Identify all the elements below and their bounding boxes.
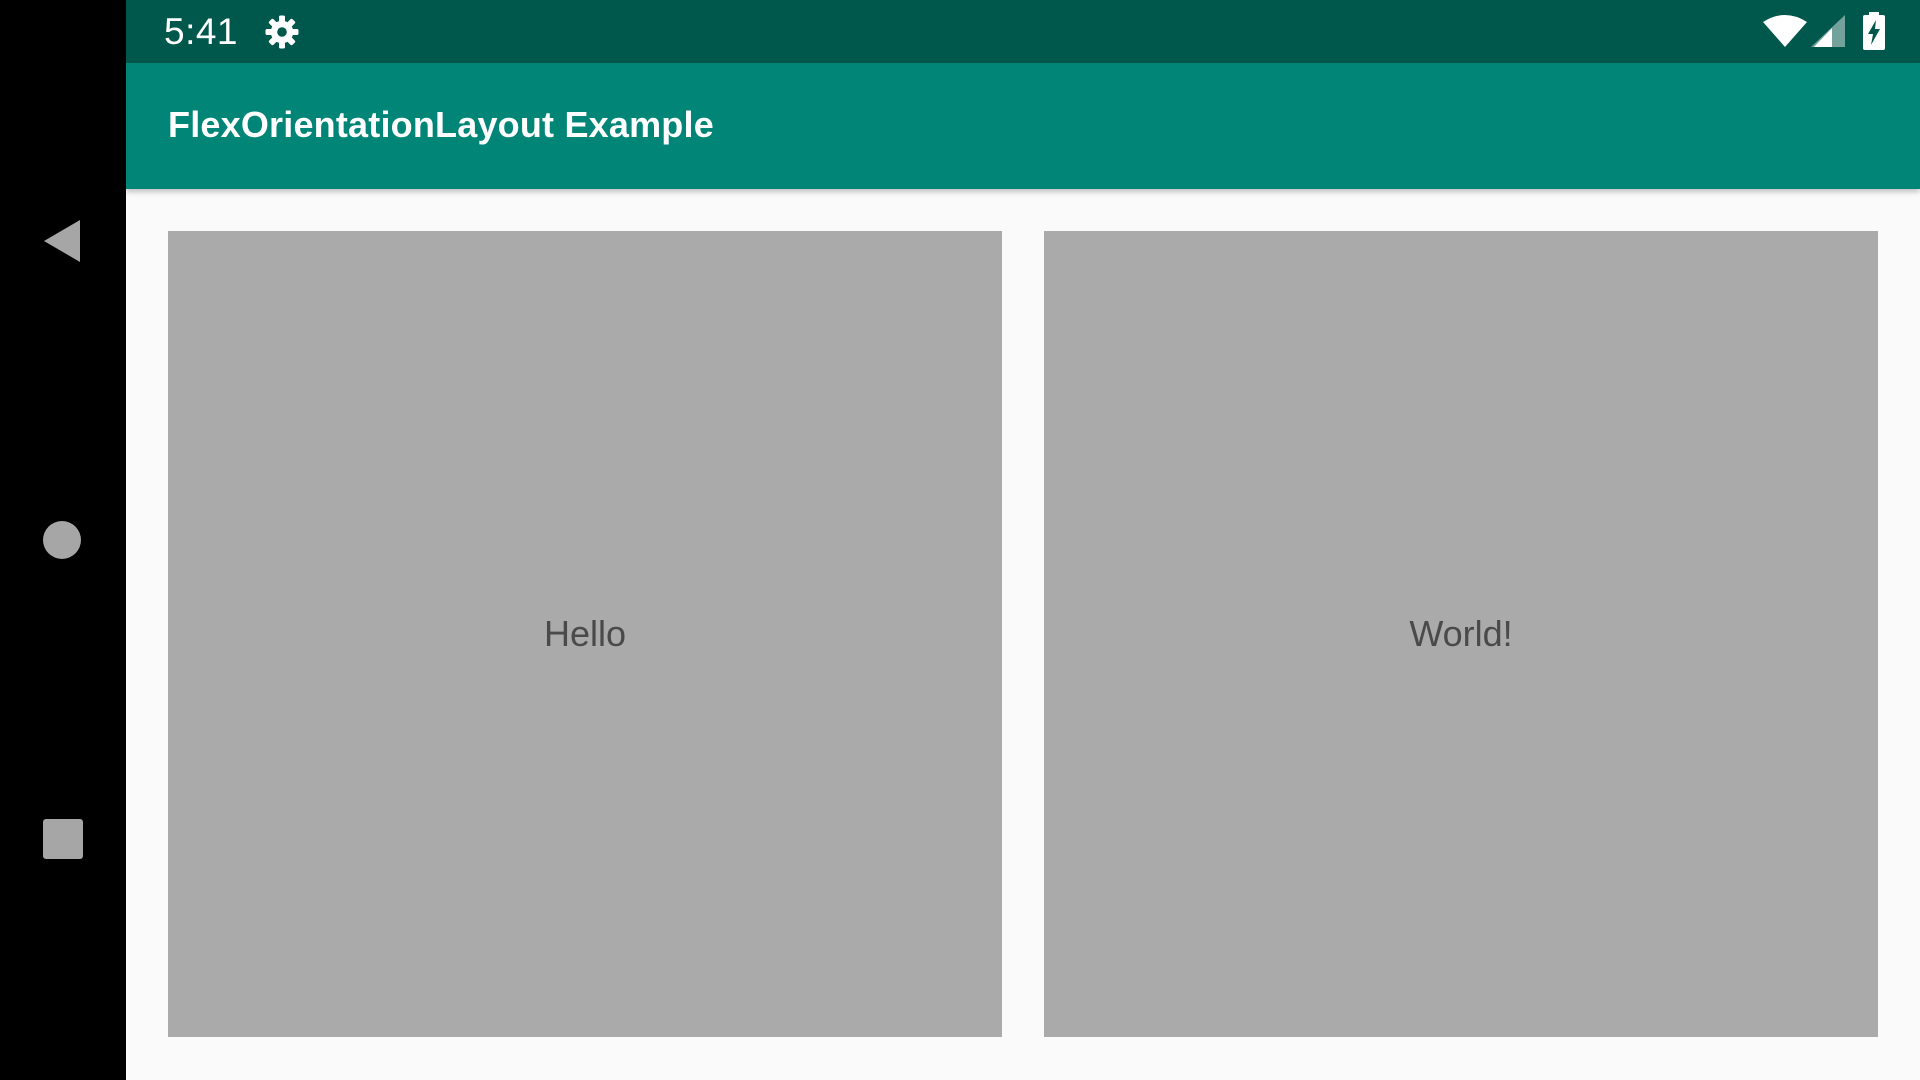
hello-panel: Hello bbox=[168, 231, 1002, 1037]
home-icon[interactable] bbox=[43, 521, 81, 559]
wifi-icon bbox=[1763, 15, 1807, 47]
signal-icon bbox=[1811, 15, 1845, 47]
navigation-bar bbox=[0, 0, 126, 1080]
app-bar: FlexOrientationLayout Example bbox=[126, 63, 1920, 189]
world-panel: World! bbox=[1044, 231, 1878, 1037]
recents-icon[interactable] bbox=[43, 819, 83, 859]
gear-icon bbox=[265, 15, 299, 49]
app-title: FlexOrientationLayout Example bbox=[168, 104, 714, 145]
battery-charging-icon bbox=[1863, 12, 1885, 50]
status-time: 5:41 bbox=[164, 11, 239, 52]
world-text: World! bbox=[1409, 613, 1513, 654]
app-screen: 5:41 FlexOrientationLayout Example Hello… bbox=[126, 0, 1920, 1080]
back-icon[interactable] bbox=[42, 218, 82, 264]
status-bar: 5:41 bbox=[126, 0, 1920, 63]
hello-text: Hello bbox=[543, 613, 627, 654]
